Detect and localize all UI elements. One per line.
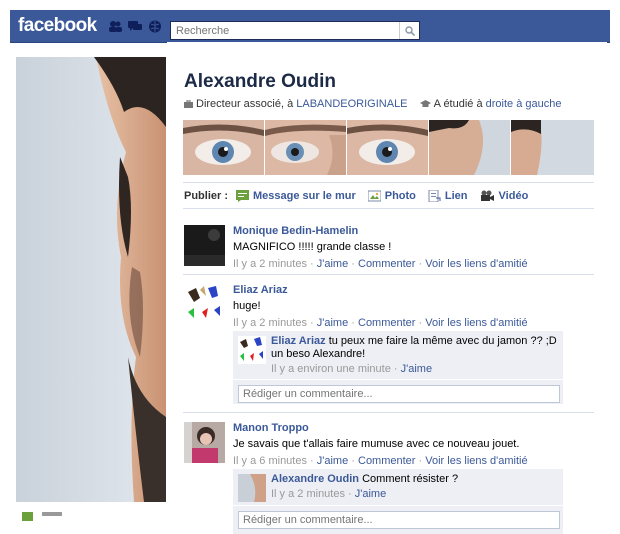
comment-link[interactable]: Commenter	[358, 258, 415, 270]
divider	[183, 412, 594, 413]
work-prefix: Directeur associé, à	[196, 98, 297, 110]
photo-icon	[367, 190, 381, 202]
wall-post-icon	[236, 190, 250, 202]
profile-photo-image	[16, 57, 166, 502]
search-box	[170, 21, 420, 40]
story-text: huge!	[233, 300, 261, 312]
graduation-cap-icon	[419, 100, 431, 107]
search-input[interactable]	[171, 22, 402, 39]
story-author[interactable]: Monique Bedin-Hamelin	[233, 225, 593, 238]
friendship-link[interactable]: Voir les liens d'amitié	[425, 455, 527, 467]
publish-video[interactable]: Vidéo	[480, 190, 528, 202]
facebook-logo[interactable]: facebook	[18, 15, 97, 37]
messages-icon[interactable]	[128, 20, 142, 33]
story-time[interactable]: Il y a 2 minutes	[233, 258, 307, 270]
friend-requests-icon[interactable]	[108, 20, 122, 33]
avatar[interactable]	[184, 225, 225, 266]
publish-wall-post[interactable]: Message sur le mur	[236, 190, 356, 202]
story-text: Je savais que t'allais faire mumuse avec…	[233, 438, 520, 450]
comment-like-link[interactable]: J'aime	[355, 488, 386, 500]
profile-info: Directeur associé, à LABANDEORIGINALE A …	[184, 98, 562, 110]
story-author[interactable]: Eliaz Ariaz	[233, 284, 593, 297]
publish-label: Publier :	[184, 190, 229, 202]
photo-strip-thumb[interactable]	[347, 120, 428, 175]
top-bar: facebook	[10, 10, 610, 43]
app-icon[interactable]	[22, 512, 33, 521]
study-prefix: A étudié à	[433, 98, 486, 110]
study-link[interactable]: droite à gauche	[486, 98, 562, 110]
divider	[183, 182, 594, 183]
avatar[interactable]	[184, 422, 225, 463]
comment-input[interactable]	[238, 511, 560, 529]
search-button[interactable]	[399, 22, 419, 39]
avatar[interactable]	[238, 474, 266, 502]
comment-row: Eliaz Ariaz tu peux me faire la même ave…	[233, 331, 563, 379]
comment-link[interactable]: Commenter	[358, 455, 415, 467]
story-meta: Il y a 2 minutes · J'aime · Commenter · …	[233, 258, 528, 270]
briefcase-icon	[184, 100, 193, 108]
story-time[interactable]: Il y a 2 minutes	[233, 317, 307, 329]
avatar[interactable]	[184, 284, 225, 325]
profile-picture[interactable]	[16, 57, 166, 502]
photo-strip-thumb[interactable]	[183, 120, 264, 175]
comment-input-row	[233, 379, 563, 408]
like-link[interactable]: J'aime	[317, 258, 348, 270]
photo-strip-thumb[interactable]	[511, 120, 594, 175]
story-body: Eliaz Ariaz huge! Il y a 2 minutes · J'a…	[233, 284, 593, 329]
work-link[interactable]: LABANDEORIGINALE	[296, 98, 407, 110]
photo-strip	[183, 120, 594, 175]
comment-author[interactable]: Alexandre Oudin	[271, 473, 359, 485]
notifications-globe-icon[interactable]	[148, 20, 162, 33]
story-text: MAGNIFICO !!!!! grande classe !	[233, 241, 392, 253]
comment-block: Eliaz Ariaz tu peux me faire la même ave…	[233, 331, 563, 404]
comment-meta: Il y a environ une minute · J'aime	[271, 363, 433, 375]
publisher-bar: Publier : Message sur le mur Photo Lien …	[184, 190, 540, 202]
divider	[183, 274, 594, 275]
video-icon	[480, 190, 494, 201]
comment-link[interactable]: Commenter	[358, 317, 415, 329]
friendship-link[interactable]: Voir les liens d'amitié	[425, 258, 527, 270]
story-body: Monique Bedin-Hamelin MAGNIFICO !!!!! gr…	[233, 225, 593, 270]
story-meta: Il y a 6 minutes · J'aime · Commenter · …	[233, 455, 528, 467]
comment-input-row	[233, 505, 563, 534]
comment-meta: Il y a 2 minutes · J'aime	[271, 488, 387, 500]
comment-input[interactable]	[238, 385, 560, 403]
main-column: Alexandre Oudin Directeur associé, à LAB…	[167, 42, 607, 534]
profile-name: Alexandre Oudin	[184, 71, 337, 92]
feed-story: Monique Bedin-Hamelin MAGNIFICO !!!!! gr…	[184, 225, 594, 275]
link-icon	[428, 190, 441, 202]
comment-content: Alexandre Oudin Comment résister ?	[271, 473, 559, 486]
profile-photo-footer	[16, 510, 166, 524]
photo-strip-thumb[interactable]	[429, 120, 510, 175]
comment-author[interactable]: Eliaz Ariaz	[271, 335, 326, 347]
search-icon	[404, 25, 415, 36]
publish-link[interactable]: Lien	[428, 190, 468, 202]
comment-row: Alexandre Oudin Comment résister ? Il y …	[233, 469, 563, 505]
comment-text: Comment résister ?	[362, 473, 459, 485]
photo-strip-thumb[interactable]	[265, 120, 346, 175]
comment-block: Alexandre Oudin Comment résister ? Il y …	[233, 469, 563, 534]
truncated-link[interactable]	[42, 512, 62, 516]
friendship-link[interactable]: Voir les liens d'amitié	[425, 317, 527, 329]
comment-content: Eliaz Ariaz tu peux me faire la même ave…	[271, 335, 559, 361]
story-author[interactable]: Manon Troppo	[233, 422, 593, 435]
comment-time: Il y a environ une minute	[271, 363, 391, 375]
comment-time: Il y a 2 minutes	[271, 488, 345, 500]
comment-like-link[interactable]: J'aime	[401, 363, 432, 375]
story-body: Manon Troppo Je savais que t'allais fair…	[233, 422, 593, 467]
publish-photo[interactable]: Photo	[367, 190, 416, 202]
avatar[interactable]	[238, 336, 266, 364]
story-time[interactable]: Il y a 6 minutes	[233, 455, 307, 467]
divider	[183, 208, 594, 209]
story-meta: Il y a 2 minutes · J'aime · Commenter · …	[233, 317, 528, 329]
like-link[interactable]: J'aime	[317, 455, 348, 467]
like-link[interactable]: J'aime	[317, 317, 348, 329]
notification-jewels	[108, 20, 162, 33]
